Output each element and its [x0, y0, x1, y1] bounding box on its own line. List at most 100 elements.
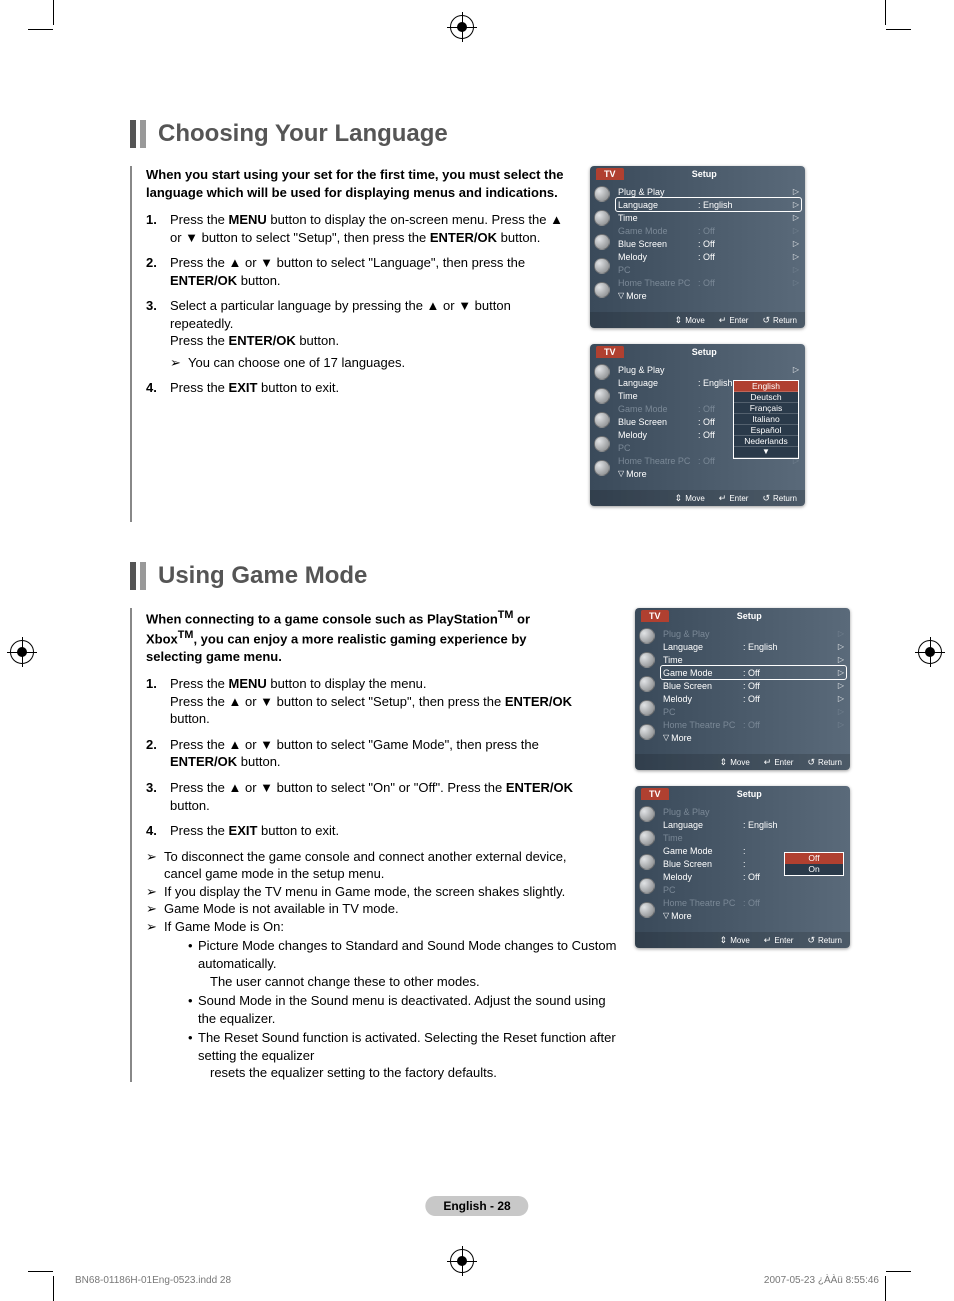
step-list: 1.Press the MENU button to display the o… [146, 211, 576, 397]
language-option: English [734, 381, 798, 392]
step-list: 1.Press the MENU button to display the m… [146, 675, 576, 839]
step-text: Press the MENU button to display the on-… [170, 211, 576, 246]
chevron-right-icon: ▷ [836, 694, 844, 703]
registration-mark-icon [10, 640, 34, 664]
footer-file: BN68-01186H-01Eng-0523.indd 28 [75, 1275, 231, 1286]
osd-menu-row: Plug & Play▷ [661, 627, 846, 640]
osd-menu-row: Plug & Play▷ [616, 185, 801, 198]
chevron-right-icon: ▷ [791, 252, 799, 261]
osd-menu-row: Language: English▷ [661, 640, 846, 653]
osd-category-icons [590, 182, 614, 312]
osd-footer: ⇕Move ↵Enter ↺Return [590, 312, 805, 328]
language-popup: EnglishDeutschFrançaisItalianoEspañolNed… [733, 380, 799, 459]
step-number: 3. [146, 297, 170, 371]
step-text: Press the ▲ or ▼ button to select "On" o… [170, 779, 576, 814]
step-number: 1. [146, 211, 170, 246]
section-heading: Choosing Your Language [130, 120, 850, 148]
move-arrows-icon: ⇕ [675, 315, 683, 326]
osd-menu-row: Home Theatre PC: Off▷ [661, 718, 846, 731]
step-number: 2. [146, 254, 170, 289]
step-number: 4. [146, 379, 170, 397]
side-rule [130, 166, 132, 522]
osd-menu-row: PC▷ [616, 263, 801, 276]
chevron-right-icon: ▷ [791, 226, 799, 235]
chevron-right-icon: ▷ [836, 642, 844, 651]
osd-screenshot-setup: TV Setup Plug & Play▷Language: English▷T… [590, 166, 805, 328]
footer-date: 2007-05-23 ¿ÀÀü 8:55:46 [764, 1275, 879, 1286]
section-heading: Using Game Mode [130, 562, 850, 590]
section-title: Using Game Mode [158, 562, 367, 590]
registration-mark-icon [450, 15, 474, 39]
note-list: ➢To disconnect the game console and conn… [146, 848, 576, 936]
game-option: On [785, 864, 843, 875]
osd-menu-row: Language: English▷ [616, 198, 801, 211]
crop-mark [885, 0, 886, 25]
language-option: Español [734, 425, 798, 436]
crop-mark [885, 1276, 886, 1301]
step-text: Select a particular language by pressing… [170, 297, 576, 371]
osd-menu-row: Plug & Play▷ [616, 363, 801, 376]
note-arrow-icon: ➢ [170, 354, 188, 372]
chevron-down-icon: ▽ [663, 733, 669, 742]
osd-menu-row: PC▷ [661, 705, 846, 718]
chevron-right-icon: ▷ [836, 720, 844, 729]
osd-screenshot-gamemode: TV Setup Plug & Play▷Language: English▷T… [635, 608, 850, 770]
osd-menu-row: Blue Screen: Off▷ [661, 679, 846, 692]
osd-menu-row: Time [661, 831, 846, 844]
chevron-right-icon: ▷ [836, 629, 844, 638]
note-text: If you display the TV menu in Game mode,… [164, 883, 565, 901]
bullet-icon: • [186, 992, 198, 1027]
osd-title: Setup [624, 169, 805, 179]
chevron-right-icon: ▷ [836, 655, 844, 664]
return-icon: ↺ [762, 315, 770, 326]
note-arrow-icon: ➢ [146, 900, 164, 918]
bullet-icon: • [186, 937, 198, 990]
option-popup: OffOn [784, 852, 844, 876]
osd-menu-row: Game Mode: Off▷ [661, 666, 846, 679]
osd-tv-tab: TV [596, 168, 624, 180]
chevron-right-icon: ▷ [791, 239, 799, 248]
osd-menu-row: Time▷ [616, 211, 801, 224]
crop-mark [886, 29, 911, 30]
osd-menu-row: Game Mode: Off▷ [616, 224, 801, 237]
osd-menu-row: Blue Screen: Off▷ [616, 237, 801, 250]
chevron-right-icon: ▷ [791, 365, 799, 374]
note-arrow-icon: ➢ [146, 848, 164, 883]
osd-menu-row: Home Theatre PC: Off [661, 896, 846, 909]
osd-screenshot-language-select: TV Setup Plug & Play▷Language: English▷T… [590, 344, 805, 506]
chevron-right-icon: ▷ [791, 187, 799, 196]
chevron-right-icon: ▷ [836, 681, 844, 690]
step-number: 4. [146, 822, 170, 840]
crop-mark [886, 1271, 911, 1272]
osd-menu-row: Plug & Play [661, 805, 846, 818]
bullet-icon: • [186, 1029, 198, 1082]
language-option: Nederlands [734, 436, 798, 447]
chevron-down-icon: ▽ [618, 291, 624, 300]
osd-menu-row: Time▷ [661, 653, 846, 666]
game-option: Off [785, 853, 843, 864]
note-arrow-icon: ➢ [146, 918, 164, 936]
intro-text: When you start using your set for the fi… [146, 166, 576, 201]
chevron-down-icon: ▽ [663, 911, 669, 920]
crop-mark [53, 0, 54, 25]
step-text: Press the ▲ or ▼ button to select "Game … [170, 736, 576, 771]
osd-menu-row: PC [661, 883, 846, 896]
osd-screenshot-gamemode-select: TV Setup Plug & PlayLanguage: EnglishTim… [635, 786, 850, 948]
osd-menu-row: Home Theatre PC: Off▷ [616, 276, 801, 289]
chevron-right-icon: ▷ [791, 265, 799, 274]
sub-bullet-list: •Picture Mode changes to Standard and So… [186, 937, 621, 1081]
enter-icon: ↵ [719, 315, 727, 326]
osd-menu-row: Melody: Off▷ [661, 692, 846, 705]
step-number: 2. [146, 736, 170, 771]
chevron-down-icon: ▽ [618, 469, 624, 478]
bullet-text: Sound Mode in the Sound menu is deactiva… [198, 992, 621, 1027]
registration-mark-icon [450, 1249, 474, 1273]
language-option: Italiano [734, 414, 798, 425]
language-option: Deutsch [734, 392, 798, 403]
osd-menu-row: Language: English [661, 818, 846, 831]
chevron-right-icon: ▷ [791, 213, 799, 222]
print-footer: BN68-01186H-01Eng-0523.indd 28 2007-05-2… [75, 1275, 879, 1286]
step-text: Press the ▲ or ▼ button to select "Langu… [170, 254, 576, 289]
chevron-right-icon: ▷ [791, 200, 799, 209]
page-number: English - 28 [425, 1196, 528, 1216]
